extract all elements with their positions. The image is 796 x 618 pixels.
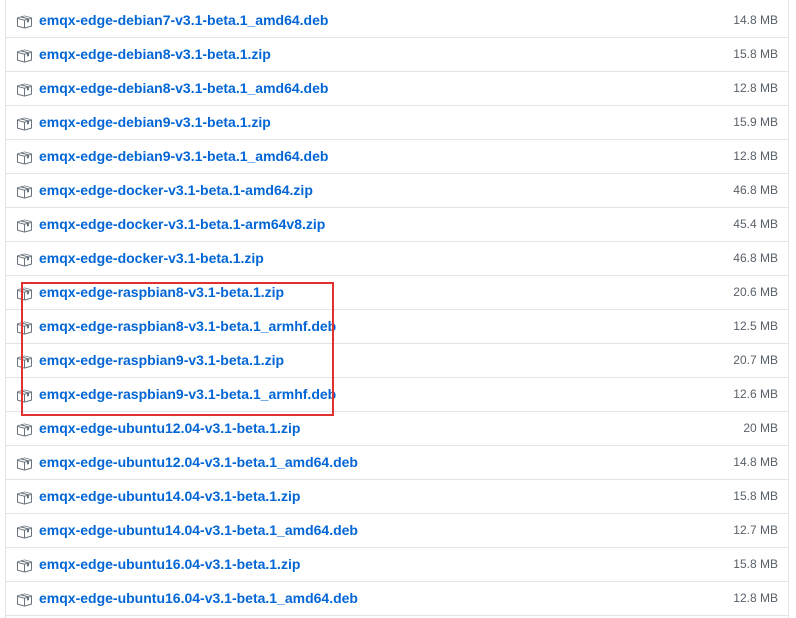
asset-row: emqx-edge-debian8-v3.1-beta.1_amd64.deb 1… bbox=[6, 72, 788, 106]
asset-size: 46.8 MB bbox=[733, 183, 778, 197]
asset-size: 15.8 MB bbox=[733, 489, 778, 503]
asset-size: 14.8 MB bbox=[733, 13, 778, 27]
asset-row: emqx-edge-ubuntu16.04-v3.1-beta.1_amd64.… bbox=[6, 582, 788, 616]
asset-row: emqx-edge-raspbian9-v3.1-beta.1.zip 20.7 … bbox=[6, 344, 788, 378]
package-icon bbox=[16, 150, 32, 166]
asset-size: 46.8 MB bbox=[733, 251, 778, 265]
asset-size: 14.8 MB bbox=[733, 455, 778, 469]
asset-row: emqx-edge-docker-v3.1-beta.1-amd64.zip 46… bbox=[6, 174, 788, 208]
asset-row: emqx-edge-docker-v3.1-beta.1.zip 46.8 MB bbox=[6, 242, 788, 276]
release-assets-list: emqx-edge-debian7-v3.1-beta.1_amd64.deb 1… bbox=[5, 0, 789, 618]
asset-row: emqx-edge-docker-v3.1-beta.1-arm64v8.zip… bbox=[6, 208, 788, 242]
asset-download-link[interactable]: emqx-edge-debian9-v3.1-beta.1.zip bbox=[39, 114, 271, 130]
asset-row: emqx-edge-ubuntu12.04-v3.1-beta.1.zip 20 … bbox=[6, 412, 788, 446]
package-icon bbox=[16, 14, 32, 30]
asset-download-link[interactable]: emqx-edge-ubuntu14.04-v3.1-beta.1.zip bbox=[39, 488, 300, 504]
asset-row: emqx-edge-ubuntu16.04-v3.1-beta.1.zip 15.… bbox=[6, 548, 788, 582]
asset-download-link[interactable]: emqx-edge-raspbian9-v3.1-beta.1_armhf.de… bbox=[39, 386, 336, 402]
asset-size: 12.8 MB bbox=[733, 149, 778, 163]
asset-row: emqx-edge-raspbian8-v3.1-beta.1_armhf.de… bbox=[6, 310, 788, 344]
asset-row: emqx-edge-debian9-v3.1-beta.1.zip 15.9 MB bbox=[6, 106, 788, 140]
asset-size: 20 MB bbox=[743, 421, 778, 435]
asset-row: emqx-edge-debian9-v3.1-beta.1_amd64.deb 1… bbox=[6, 140, 788, 174]
package-icon bbox=[16, 286, 32, 302]
asset-row: emqx-edge-ubuntu14.04-v3.1-beta.1.zip 15.… bbox=[6, 480, 788, 514]
package-icon bbox=[16, 422, 32, 438]
asset-download-link[interactable]: emqx-edge-ubuntu12.04-v3.1-beta.1_amd64.… bbox=[39, 454, 358, 470]
asset-download-link[interactable]: emqx-edge-ubuntu16.04-v3.1-beta.1.zip bbox=[39, 556, 300, 572]
asset-size: 20.6 MB bbox=[733, 285, 778, 299]
package-icon bbox=[16, 490, 32, 506]
asset-size: 20.7 MB bbox=[733, 353, 778, 367]
package-icon bbox=[16, 184, 32, 200]
asset-download-link[interactable]: emqx-edge-docker-v3.1-beta.1-arm64v8.zip bbox=[39, 216, 325, 232]
asset-size: 15.9 MB bbox=[733, 115, 778, 129]
package-icon bbox=[16, 592, 32, 608]
package-icon bbox=[16, 558, 32, 574]
asset-download-link[interactable]: emqx-edge-raspbian8-v3.1-beta.1_armhf.de… bbox=[39, 318, 336, 334]
asset-row: emqx-edge-ubuntu14.04-v3.1-beta.1_amd64.… bbox=[6, 514, 788, 548]
asset-size: 12.8 MB bbox=[733, 81, 778, 95]
asset-download-link[interactable]: emqx-edge-ubuntu16.04-v3.1-beta.1_amd64.… bbox=[39, 590, 358, 606]
asset-row: emqx-edge-debian7-v3.1-beta.1_amd64.deb 1… bbox=[6, 4, 788, 38]
asset-download-link[interactable]: emqx-edge-debian7-v3.1-beta.1_amd64.deb bbox=[39, 12, 328, 28]
asset-row: emqx-edge-raspbian8-v3.1-beta.1.zip 20.6 … bbox=[6, 276, 788, 310]
package-icon bbox=[16, 320, 32, 336]
asset-row: emqx-edge-debian8-v3.1-beta.1.zip 15.8 MB bbox=[6, 38, 788, 72]
asset-size: 15.8 MB bbox=[733, 557, 778, 571]
package-icon bbox=[16, 456, 32, 472]
asset-download-link[interactable]: emqx-edge-ubuntu14.04-v3.1-beta.1_amd64.… bbox=[39, 522, 358, 538]
package-icon bbox=[16, 82, 32, 98]
asset-download-link[interactable]: emqx-edge-raspbian8-v3.1-beta.1.zip bbox=[39, 284, 284, 300]
package-icon bbox=[16, 524, 32, 540]
package-icon bbox=[16, 116, 32, 132]
asset-row: emqx-edge-ubuntu12.04-v3.1-beta.1_amd64.… bbox=[6, 446, 788, 480]
asset-download-link[interactable]: emqx-edge-debian8-v3.1-beta.1.zip bbox=[39, 46, 271, 62]
asset-size: 12.7 MB bbox=[733, 523, 778, 537]
package-icon bbox=[16, 252, 32, 268]
asset-download-link[interactable]: emqx-edge-debian8-v3.1-beta.1_amd64.deb bbox=[39, 80, 328, 96]
asset-row: emqx-edge-raspbian9-v3.1-beta.1_armhf.de… bbox=[6, 378, 788, 412]
asset-size: 15.8 MB bbox=[733, 47, 778, 61]
asset-size: 12.5 MB bbox=[733, 319, 778, 333]
asset-download-link[interactable]: emqx-edge-docker-v3.1-beta.1-amd64.zip bbox=[39, 182, 313, 198]
asset-download-link[interactable]: emqx-edge-docker-v3.1-beta.1.zip bbox=[39, 250, 264, 266]
package-icon bbox=[16, 354, 32, 370]
asset-download-link[interactable]: emqx-edge-ubuntu12.04-v3.1-beta.1.zip bbox=[39, 420, 300, 436]
asset-size: 45.4 MB bbox=[733, 217, 778, 231]
asset-download-link[interactable]: emqx-edge-debian9-v3.1-beta.1_amd64.deb bbox=[39, 148, 328, 164]
package-icon bbox=[16, 48, 32, 64]
asset-size: 12.8 MB bbox=[733, 591, 778, 605]
package-icon bbox=[16, 388, 32, 404]
asset-size: 12.6 MB bbox=[733, 387, 778, 401]
package-icon bbox=[16, 218, 32, 234]
asset-download-link[interactable]: emqx-edge-raspbian9-v3.1-beta.1.zip bbox=[39, 352, 284, 368]
